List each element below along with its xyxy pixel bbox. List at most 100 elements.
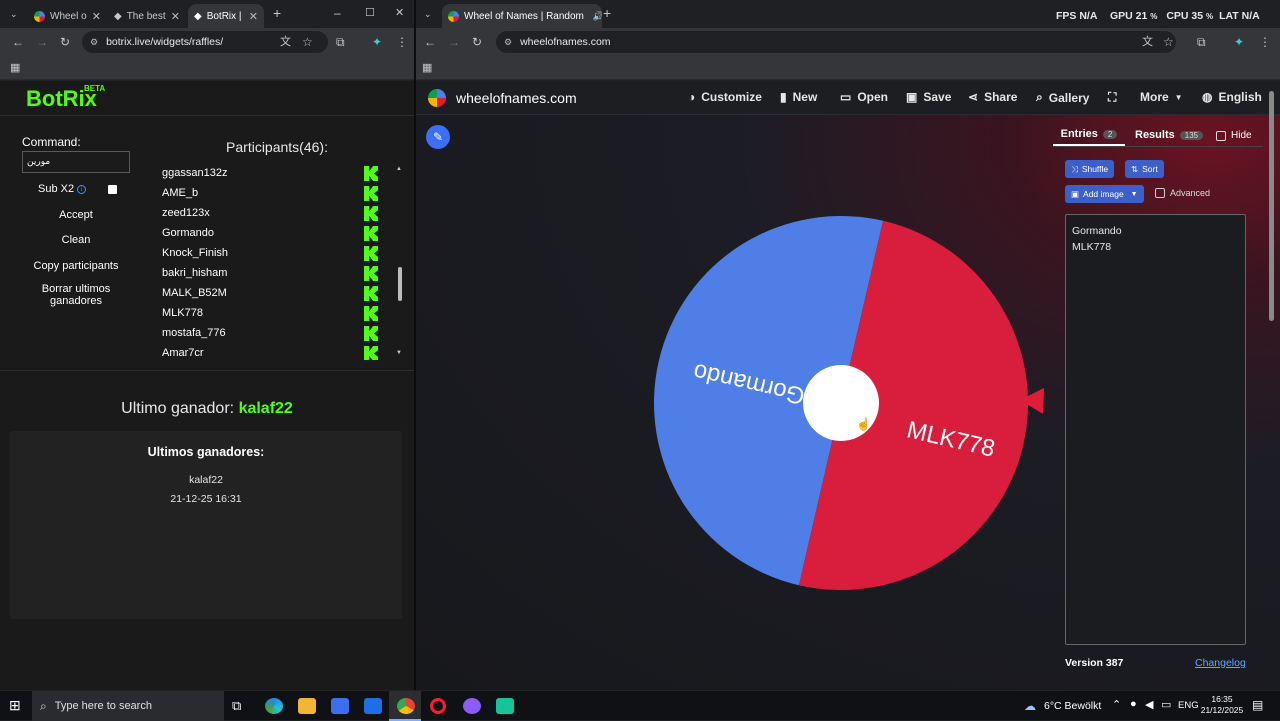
entries-textarea[interactable]: Gormando MLK778 [1065,214,1246,645]
reload-icon[interactable]: ↻ [60,35,70,49]
scroll-thumb[interactable] [398,267,402,301]
site-info-icon[interactable]: ⚙ [504,37,512,48]
entry-line: Gormando [1072,225,1122,237]
minimize-icon[interactable]: – [334,6,341,20]
forward-icon[interactable]: → [448,35,460,49]
customize-button[interactable]: ◑ Customize [688,90,762,104]
advanced-toggle[interactable]: Advanced [1155,188,1210,198]
command-input[interactable] [22,151,130,173]
add-image-button[interactable]: ▣ Add image ▼ [1065,185,1144,203]
tab-wheel-of-names[interactable]: Wheel of Names | Random 🔊 ✕ [442,4,602,28]
reload-icon[interactable]: ↻ [472,35,482,49]
fullscreen-icon[interactable]: ⛶ [1108,90,1116,105]
site-info-icon[interactable]: ⚙ [90,37,98,48]
language-indicator[interactable]: ENG [1178,700,1199,711]
weather-text[interactable]: 6°C Bewölkt [1044,700,1101,712]
windows-start-icon[interactable]: ⊞ [9,697,21,714]
tray-chevron-icon[interactable]: ⌃ [1112,698,1121,711]
entry-line: MLK778 [1072,241,1112,253]
discord-icon[interactable] [463,698,481,714]
bookmark-star-icon[interactable]: ☆ [302,35,313,49]
changelog-link[interactable]: Changelog [1195,657,1246,669]
back-icon[interactable]: ← [12,35,24,49]
tab-list-icon[interactable]: ⌄ [424,7,432,21]
speaker-icon[interactable]: ◀ [1145,698,1153,711]
close-icon[interactable]: ✕ [249,10,258,23]
sort-button[interactable]: ⇅ Sort [1125,160,1164,178]
notification-icon[interactable]: ▤ [1252,698,1263,712]
opera-icon[interactable] [430,698,446,714]
url-text: botrix.live/widgets/raffles/ [106,36,224,48]
microphone-icon[interactable]: ● [1130,698,1137,710]
accept-button[interactable]: Accept [22,209,130,221]
info-icon[interactable]: i [77,185,86,194]
window-close-icon[interactable]: ✕ [395,6,404,20]
address-bar[interactable]: ⚙ wheelofnames.com [496,31,1176,53]
copy-participants-button[interactable]: Copy participants [22,260,130,272]
profile-icon[interactable]: ✦ [1234,35,1244,49]
scroll-down-icon[interactable]: ▼ [396,350,402,356]
share-button[interactable]: ⋖ Share [968,90,1017,104]
borrar-ganadores-button[interactable]: Borrar ultimos ganadores [22,283,130,307]
back-icon[interactable]: ← [424,35,436,49]
hide-checkbox[interactable] [1216,130,1226,141]
extensions-icon[interactable]: ⧉ [1197,35,1206,49]
tab-entries[interactable]: Entries 2 [1053,124,1125,146]
app-icon[interactable] [496,698,514,714]
menu-icon[interactable]: ⋮ [396,35,408,49]
tab-list-icon[interactable]: ⌄ [10,7,18,21]
more-button[interactable]: More ▼ [1140,90,1183,104]
clock[interactable]: 16:35 21/12/2025 [1198,694,1246,716]
open-button[interactable]: ▭ Open [840,90,888,104]
tab-botrix[interactable]: ◆ BotRix | ✕ [188,4,264,28]
gallery-button[interactable]: ⌕ Gallery [1036,90,1089,105]
shuffle-button[interactable]: ⤨ Shuffle [1065,160,1115,178]
maximize-icon[interactable]: ☐ [365,6,375,20]
taskbar-search[interactable]: ⌕ Type here to search [32,691,224,721]
wheel[interactable]: Gormando MLK778 [652,214,1048,594]
participants-scrollbar[interactable]: ▲ ▼ [396,164,404,360]
site-name[interactable]: wheelofnames.com [456,90,577,106]
apps-grid-icon[interactable]: ▦ [422,61,432,75]
weather-icon[interactable]: ☁ [1024,699,1036,713]
scroll-thumb[interactable] [1269,91,1274,321]
address-bar[interactable]: ⚙ botrix.live/widgets/raffles/ [82,31,328,53]
scroll-up-icon[interactable]: ▲ [396,166,402,172]
close-icon[interactable]: ✕ [171,10,180,23]
chrome-icon[interactable] [397,698,415,714]
mail-icon[interactable] [364,698,382,714]
participant-name: Gormando [162,227,214,239]
translate-icon[interactable]: 文 [280,35,291,49]
profile-icon[interactable]: ✦ [372,35,382,49]
hide-toggle[interactable]: Hide [1216,130,1252,141]
new-tab-icon[interactable]: + [273,6,281,20]
edit-pencil-icon[interactable]: ✎ [426,125,450,149]
new-button[interactable]: ▮ New [780,90,817,104]
site-logo-icon[interactable] [428,89,446,107]
menu-icon[interactable]: ⋮ [1259,35,1271,49]
file-explorer-icon[interactable] [298,698,316,714]
participant-name: MLK778 [162,307,203,319]
close-icon[interactable]: ✕ [92,10,101,23]
tab-wheel[interactable]: Wheel o ✕ [28,4,106,28]
new-tab-icon[interactable]: + [603,6,611,20]
network-icon[interactable]: ▭ [1161,698,1171,711]
task-view-icon[interactable]: ⧉ [232,698,241,714]
translate-icon[interactable]: 文 [1142,35,1153,49]
tab-results[interactable]: Results 135 [1135,129,1204,141]
clean-button[interactable]: Clean [22,234,130,246]
apps-grid-icon[interactable]: ▦ [10,61,20,75]
edge-icon[interactable] [265,698,283,714]
tab-the-best[interactable]: ◆ The best ✕ [108,4,186,28]
forward-icon[interactable]: → [36,35,48,49]
participant-row: MALK_B52M [146,284,408,304]
advanced-checkbox[interactable] [1155,188,1165,198]
extensions-icon[interactable]: ⧉ [336,35,345,49]
save-button[interactable]: ▣ Save [906,90,951,104]
page-scrollbar[interactable] [1268,87,1276,687]
audio-icon[interactable]: 🔊 [593,11,602,22]
bookmark-star-icon[interactable]: ☆ [1163,35,1174,49]
language-button[interactable]: ◍ English [1202,90,1262,104]
store-icon[interactable] [331,698,349,714]
sub-x2-checkbox[interactable] [108,185,117,194]
